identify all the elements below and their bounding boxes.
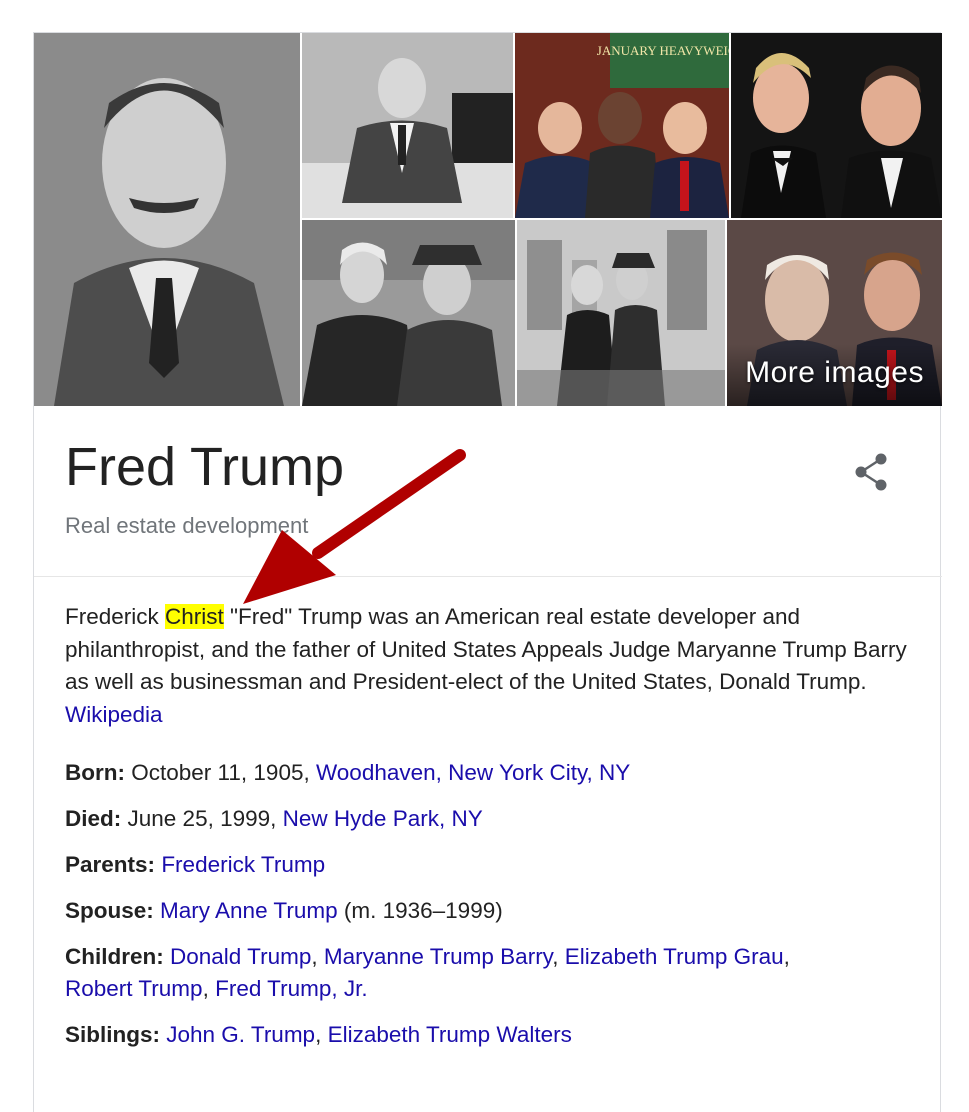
fact-value: October 11, 1905, [131,760,316,785]
wikipedia-link[interactable]: Wikipedia [65,702,163,727]
photo-portrait[interactable] [34,33,300,406]
knowledge-panel: JANUARY HEAVYWEIG More images Fred Trump… [33,32,942,1112]
fact-siblings: Siblings: John G. Trump, Elizabeth Trump… [65,1022,572,1047]
fact-label: Born: [65,760,125,785]
fact-spouse: Spouse: Mary Anne Trump (m. 1936–1999) [65,895,915,927]
section-divider [34,576,942,577]
share-icon [855,453,887,491]
sign-text: JANUARY HEAVYWEIG [597,43,729,58]
description-text-before: Frederick [65,604,166,629]
photo-group[interactable]: JANUARY HEAVYWEIG [515,33,729,218]
sibling-link[interactable]: Elizabeth Trump Walters [328,1022,572,1047]
child-link[interactable]: Fred Trump, Jr. [215,976,368,1001]
fact-born: Born: October 11, 1905, Woodhaven, New Y… [65,757,915,789]
entity-description: Frederick Christ "Fred" Trump was an Ame… [65,601,915,731]
spouse-link[interactable]: Mary Anne Trump [160,898,338,923]
birthplace-link[interactable]: Woodhaven, New York City, NY [316,760,630,785]
deathplace-link[interactable]: New Hyde Park, NY [283,806,483,831]
sibling-link[interactable]: John G. Trump [166,1022,315,1047]
photo-desk[interactable] [302,33,513,218]
child-link[interactable]: Donald Trump [170,944,311,969]
fact-label: Children: [65,944,164,969]
fact-label: Siblings: [65,1022,160,1047]
photo-tuxedos[interactable] [731,33,942,218]
child-link[interactable]: Elizabeth Trump Grau [565,944,784,969]
parent-link[interactable]: Frederick Trump [161,852,325,877]
fact-children: Children: Donald Trump, Maryanne Trump B… [65,944,790,1001]
photo-rooftop[interactable] [517,220,725,406]
child-link[interactable]: Robert Trump [65,976,203,1001]
fact-died: Died: June 25, 1999, New Hyde Park, NY [65,803,915,835]
facts-list: Born: October 11, 1905, Woodhaven, New Y… [65,757,915,1065]
more-images-link[interactable]: More images [745,356,924,390]
highlighted-word: Christ [165,604,224,629]
fact-value: June 25, 1999, [127,806,283,831]
child-link[interactable]: Maryanne Trump Barry [324,944,552,969]
share-button[interactable] [849,450,893,494]
image-gallery: JANUARY HEAVYWEIG More images [34,33,942,406]
marriage-years: (m. 1936–1999) [337,898,503,923]
photo-coats[interactable] [302,220,515,406]
more-images-tile[interactable]: More images [727,220,942,406]
fact-label: Spouse: [65,898,154,923]
fact-label: Parents: [65,852,156,877]
fact-label: Died: [65,806,122,831]
entity-subtitle: Real estate development [65,513,309,538]
fact-parents: Parents: Frederick Trump [65,849,915,881]
entity-title: Fred Trump [65,437,345,497]
